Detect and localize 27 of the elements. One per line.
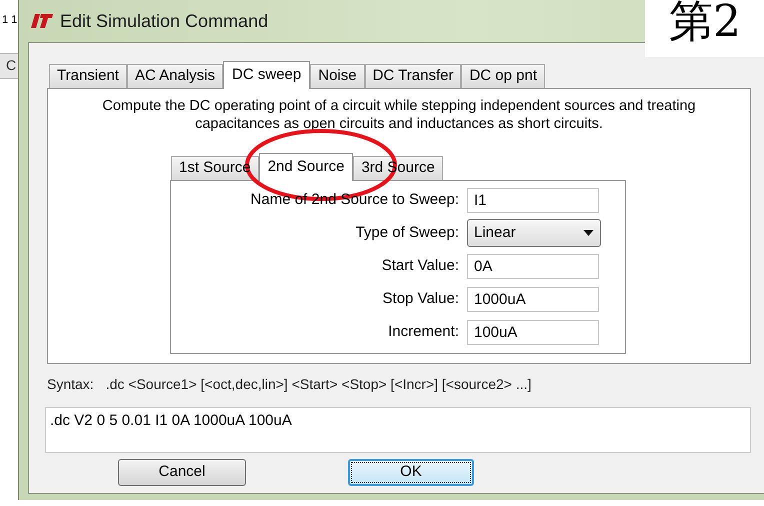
logo-icon bbox=[30, 13, 54, 29]
dialog-button[interactable]: Cancel bbox=[118, 459, 246, 486]
field-label: Type of Sweep: bbox=[354, 222, 460, 243]
tab[interactable]: Noise bbox=[310, 64, 365, 88]
tab[interactable]: Transient bbox=[49, 64, 127, 88]
tab[interactable]: AC Analysis bbox=[126, 64, 224, 88]
syntax-label: Syntax: bbox=[47, 375, 94, 394]
tab[interactable]: DC sweep bbox=[223, 61, 310, 89]
command-field[interactable]: .dc V2 0 5 0.01 I1 0A 1000uA 100uA bbox=[45, 407, 751, 453]
caret-icon bbox=[583, 230, 594, 236]
tab[interactable]: DC Transfer bbox=[364, 64, 462, 88]
description-text: Compute the DC operating point of a circuit while stepping independent sources and treating capacitances as open circuits and inductances as short circuits. bbox=[101, 97, 697, 133]
input-field[interactable]: 0A bbox=[467, 254, 599, 278]
field-label: Increment: bbox=[387, 322, 460, 342]
syntax-text: .dc <Source1> [<oct,dec,lin>] <Start> <Stop> [<Incr>] [<source2> ...] bbox=[106, 375, 532, 394]
sweep-type-dropdown[interactable]: Linear bbox=[467, 219, 601, 247]
dialog-button[interactable]: OK bbox=[348, 459, 474, 486]
field-label: Start Value: bbox=[380, 256, 460, 276]
input-field[interactable]: I1 bbox=[467, 188, 599, 212]
field-label: Stop Value: bbox=[382, 288, 460, 309]
input-field[interactable]: 100uA bbox=[467, 320, 599, 344]
tab[interactable]: DC op pnt bbox=[461, 64, 545, 88]
background-text: 1 1 bbox=[2, 13, 18, 28]
window-title: Edit Simulation Command bbox=[60, 10, 268, 32]
source-tab[interactable]: 2nd Source bbox=[258, 153, 354, 181]
input-field[interactable]: 1000uA bbox=[467, 286, 599, 312]
slide-title-text: 第2 bbox=[669, 0, 741, 44]
